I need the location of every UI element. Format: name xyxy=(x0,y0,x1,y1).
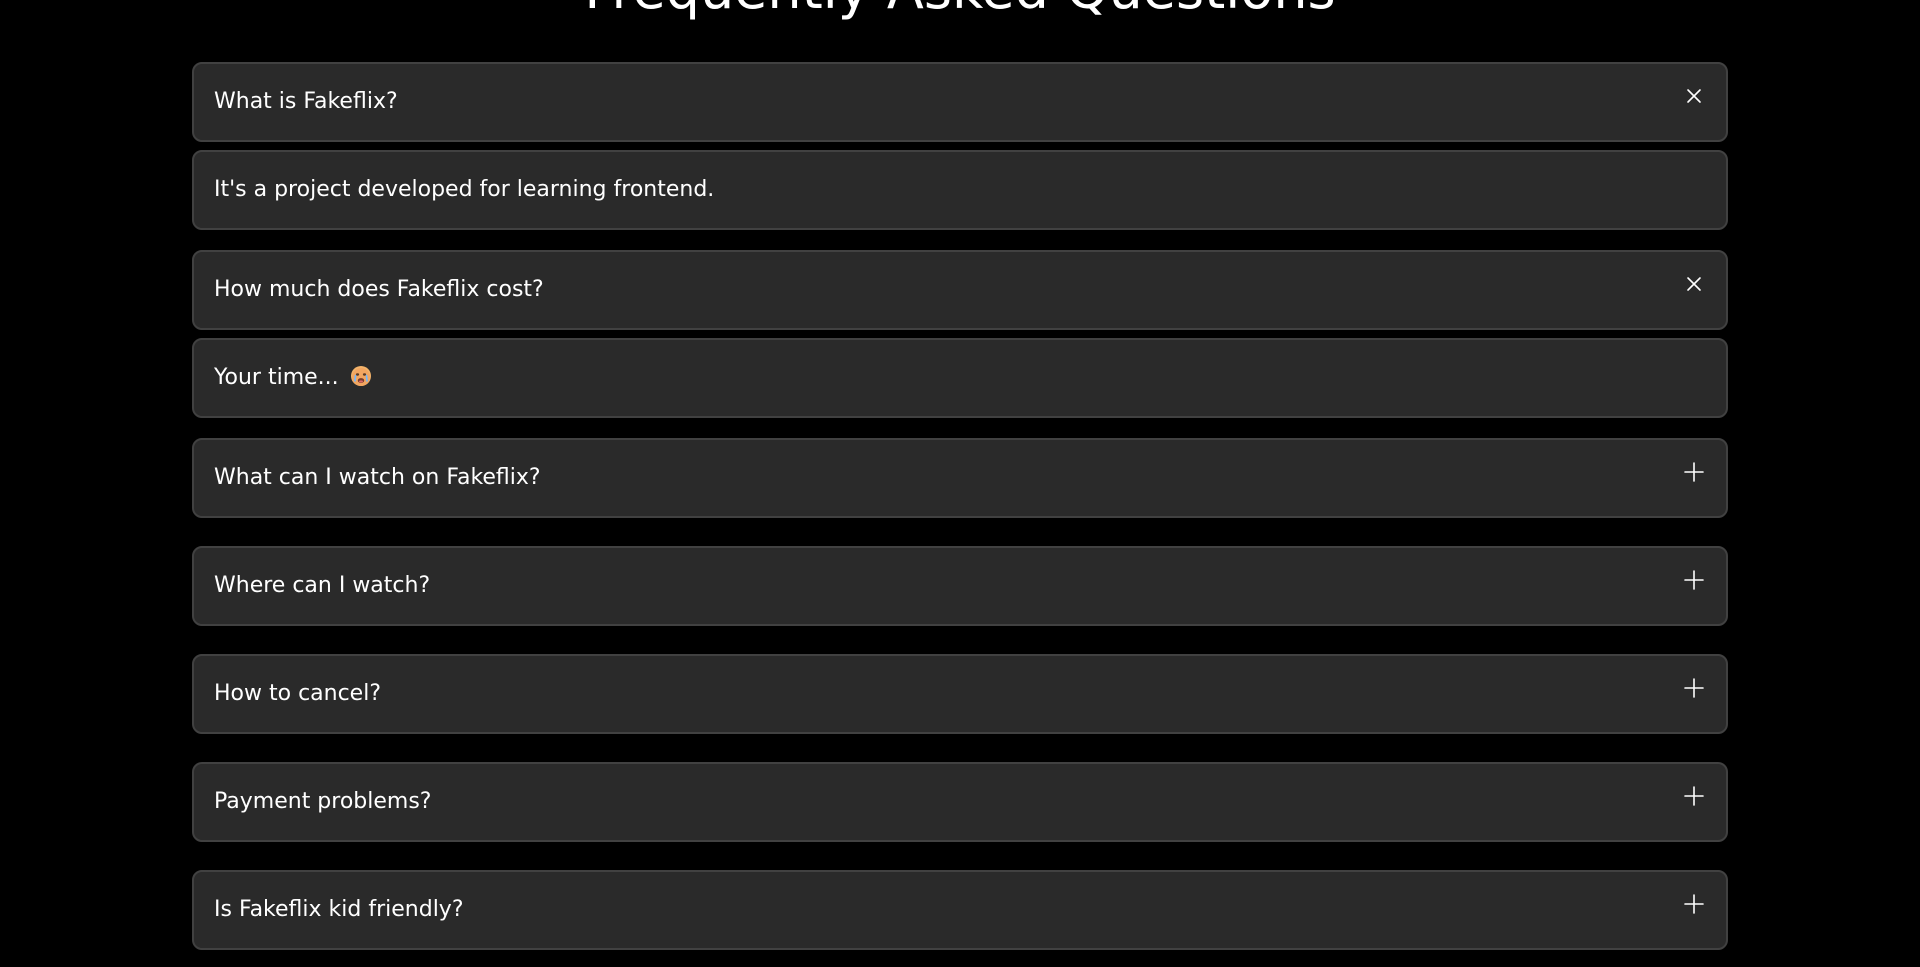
faq-question-label: Where can I watch? xyxy=(214,573,431,598)
faq-question-cost[interactable]: How much does Fakeflix cost? xyxy=(192,250,1728,330)
faq-item-payment-problems: Payment problems? xyxy=(192,762,1728,842)
plus-icon[interactable] xyxy=(1682,892,1706,916)
faq-spacer xyxy=(192,734,1728,762)
faq-spacer xyxy=(192,418,1728,438)
faq-list: What is Fakeflix? It's a project develop… xyxy=(192,62,1728,950)
faq-answer-text: Your time... xyxy=(214,365,339,390)
faq-spacer xyxy=(192,230,1728,250)
faq-question-label: Payment problems? xyxy=(214,789,432,814)
faq-answer-cost: Your time... xyxy=(192,338,1728,418)
faq-item-what-is-fakeflix: What is Fakeflix? It's a project develop… xyxy=(192,62,1728,230)
crying-face-emoji-icon xyxy=(350,365,372,387)
faq-question-label: How to cancel? xyxy=(214,681,382,706)
plus-icon[interactable] xyxy=(1682,568,1706,592)
faq-answer-what-is-fakeflix: It's a project developed for learning fr… xyxy=(192,150,1728,230)
faq-question-where-can-i-watch[interactable]: Where can I watch? xyxy=(192,546,1728,626)
close-icon[interactable] xyxy=(1682,272,1706,296)
faq-question-label: What can I watch on Fakeflix? xyxy=(214,465,541,490)
faq-question-how-to-cancel[interactable]: How to cancel? xyxy=(192,654,1728,734)
faq-spacer xyxy=(192,626,1728,654)
faq-question-what-is-fakeflix[interactable]: What is Fakeflix? xyxy=(192,62,1728,142)
faq-question-what-can-i-watch[interactable]: What can I watch on Fakeflix? xyxy=(192,438,1728,518)
faq-item-cost: How much does Fakeflix cost? Your time..… xyxy=(192,250,1728,418)
faq-spacer xyxy=(192,842,1728,870)
faq-item-how-to-cancel: How to cancel? xyxy=(192,654,1728,734)
faq-question-label: Is Fakeflix kid friendly? xyxy=(214,897,464,922)
plus-icon[interactable] xyxy=(1682,784,1706,808)
plus-icon[interactable] xyxy=(1682,676,1706,700)
faq-answer-text: It's a project developed for learning fr… xyxy=(214,177,715,202)
close-icon[interactable] xyxy=(1682,84,1706,108)
plus-icon[interactable] xyxy=(1682,460,1706,484)
faq-question-label: How much does Fakeflix cost? xyxy=(214,277,544,302)
faq-question-label: What is Fakeflix? xyxy=(214,89,398,114)
faq-item-where-can-i-watch: Where can I watch? xyxy=(192,546,1728,626)
faq-item-what-can-i-watch: What can I watch on Fakeflix? xyxy=(192,438,1728,518)
faq-title: Frequently Asked Questions xyxy=(0,0,1920,18)
faq-item-kid-friendly: Is Fakeflix kid friendly? xyxy=(192,870,1728,950)
faq-page: Frequently Asked Questions What is Fakef… xyxy=(0,0,1920,967)
faq-spacer xyxy=(192,518,1728,546)
faq-question-kid-friendly[interactable]: Is Fakeflix kid friendly? xyxy=(192,870,1728,950)
faq-question-payment-problems[interactable]: Payment problems? xyxy=(192,762,1728,842)
